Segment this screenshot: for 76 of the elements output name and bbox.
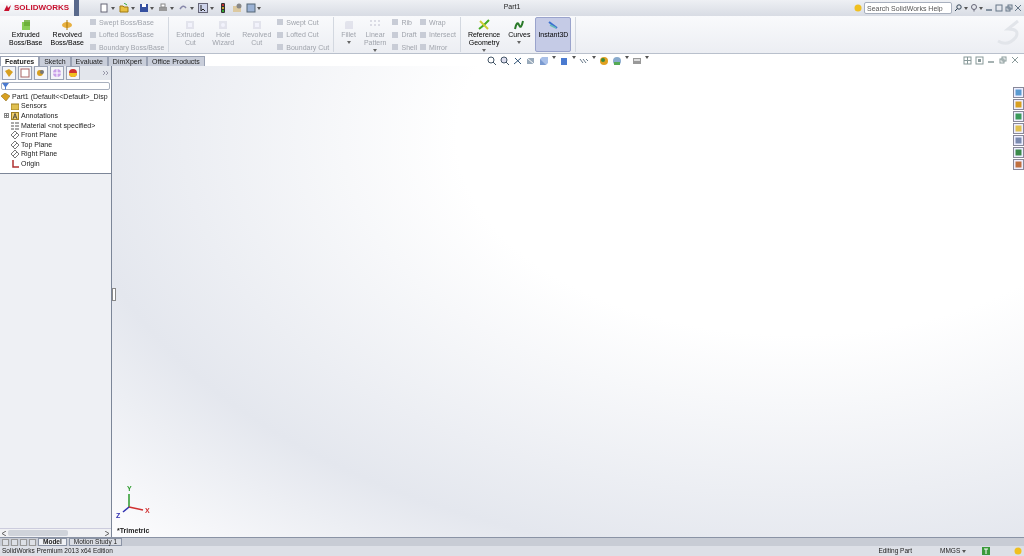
cut-block-icon (184, 19, 197, 31)
caret-icon (962, 549, 966, 553)
caret-icon[interactable] (979, 6, 984, 10)
zoom-area-icon[interactable] (500, 56, 510, 66)
annotation-icon (11, 112, 19, 120)
caret-icon[interactable] (189, 6, 194, 10)
axes-icon (478, 19, 491, 31)
search-icon[interactable] (954, 4, 962, 12)
caret-icon[interactable] (645, 56, 649, 59)
close-icon[interactable] (1014, 4, 1023, 12)
revolve-icon (61, 19, 74, 31)
caret-icon[interactable] (150, 6, 155, 10)
layout-icon[interactable] (245, 3, 256, 13)
caret-icon[interactable] (110, 6, 115, 10)
open-folder-icon[interactable] (118, 3, 129, 13)
splitter-handle[interactable] (112, 288, 116, 301)
caret-icon[interactable] (257, 6, 262, 10)
origin-icon (11, 159, 19, 168)
extrude-icon (19, 19, 32, 31)
horizontal-scrollbar[interactable] (0, 528, 111, 537)
single-view-icon[interactable] (975, 56, 984, 65)
expand-toggle[interactable] (4, 113, 9, 119)
material-icon (11, 121, 19, 130)
configuration-icon[interactable] (36, 68, 46, 78)
split-view-icon[interactable] (963, 56, 972, 65)
palette-icon[interactable] (1013, 135, 1024, 146)
caret-icon[interactable] (209, 6, 214, 10)
caret-icon[interactable] (552, 56, 556, 59)
caret-icon[interactable] (592, 56, 596, 59)
hole-icon (217, 19, 230, 31)
feature-tree-icon[interactable] (4, 68, 14, 78)
appearance-icon[interactable] (599, 56, 609, 66)
properties-icon[interactable] (1013, 159, 1024, 170)
logo-text: SOLIDWORKS (14, 3, 70, 13)
filter-icon (2, 82, 9, 90)
axis-triad-drawing (122, 493, 144, 513)
display-manager-icon[interactable] (68, 68, 78, 78)
scroll-right-icon[interactable] (105, 530, 109, 536)
caret-icon[interactable] (963, 6, 968, 10)
plus-icon (5, 114, 8, 118)
previous-view-icon[interactable] (513, 56, 523, 66)
fillet-icon (342, 19, 355, 31)
scroll-thumb[interactable] (8, 530, 68, 536)
close-icon[interactable] (1011, 56, 1020, 65)
rebuild-icon[interactable] (982, 547, 990, 555)
folder-icon (11, 102, 19, 111)
dimxpert-icon[interactable] (52, 68, 62, 78)
cut-block-icon (250, 19, 263, 31)
part-icon (1, 92, 10, 101)
caret-icon[interactable] (572, 56, 576, 59)
display-style-icon[interactable] (559, 56, 569, 66)
restore-icon[interactable] (999, 56, 1008, 65)
curve-icon (513, 19, 526, 31)
expand-chevron-icon[interactable] (103, 70, 109, 76)
resources-icon[interactable] (1013, 87, 1024, 98)
appearance-icon[interactable] (1013, 147, 1024, 158)
printer-icon[interactable] (158, 3, 169, 13)
caret-icon[interactable] (130, 6, 135, 10)
filter-field[interactable] (1, 82, 110, 90)
maximize-icon[interactable] (994, 4, 1003, 12)
explorer-icon[interactable] (1013, 111, 1024, 122)
folder-icon[interactable] (1013, 123, 1024, 134)
select-pointer-icon[interactable] (197, 3, 208, 13)
menu-grip[interactable] (74, 0, 80, 16)
new-document-icon[interactable] (99, 3, 110, 13)
help-bulb-icon (854, 4, 862, 12)
restore-icon[interactable] (1004, 4, 1013, 12)
arrow-icon (547, 19, 560, 31)
help-icon[interactable] (969, 3, 978, 13)
caret-icon[interactable] (170, 6, 175, 10)
scroll-left-icon[interactable] (2, 530, 6, 536)
library-icon[interactable] (1013, 99, 1024, 110)
logo-mark-icon (3, 4, 12, 12)
caret-icon[interactable] (625, 56, 629, 59)
zoom-fit-icon[interactable] (487, 56, 497, 66)
property-sheet-icon[interactable] (20, 68, 30, 78)
